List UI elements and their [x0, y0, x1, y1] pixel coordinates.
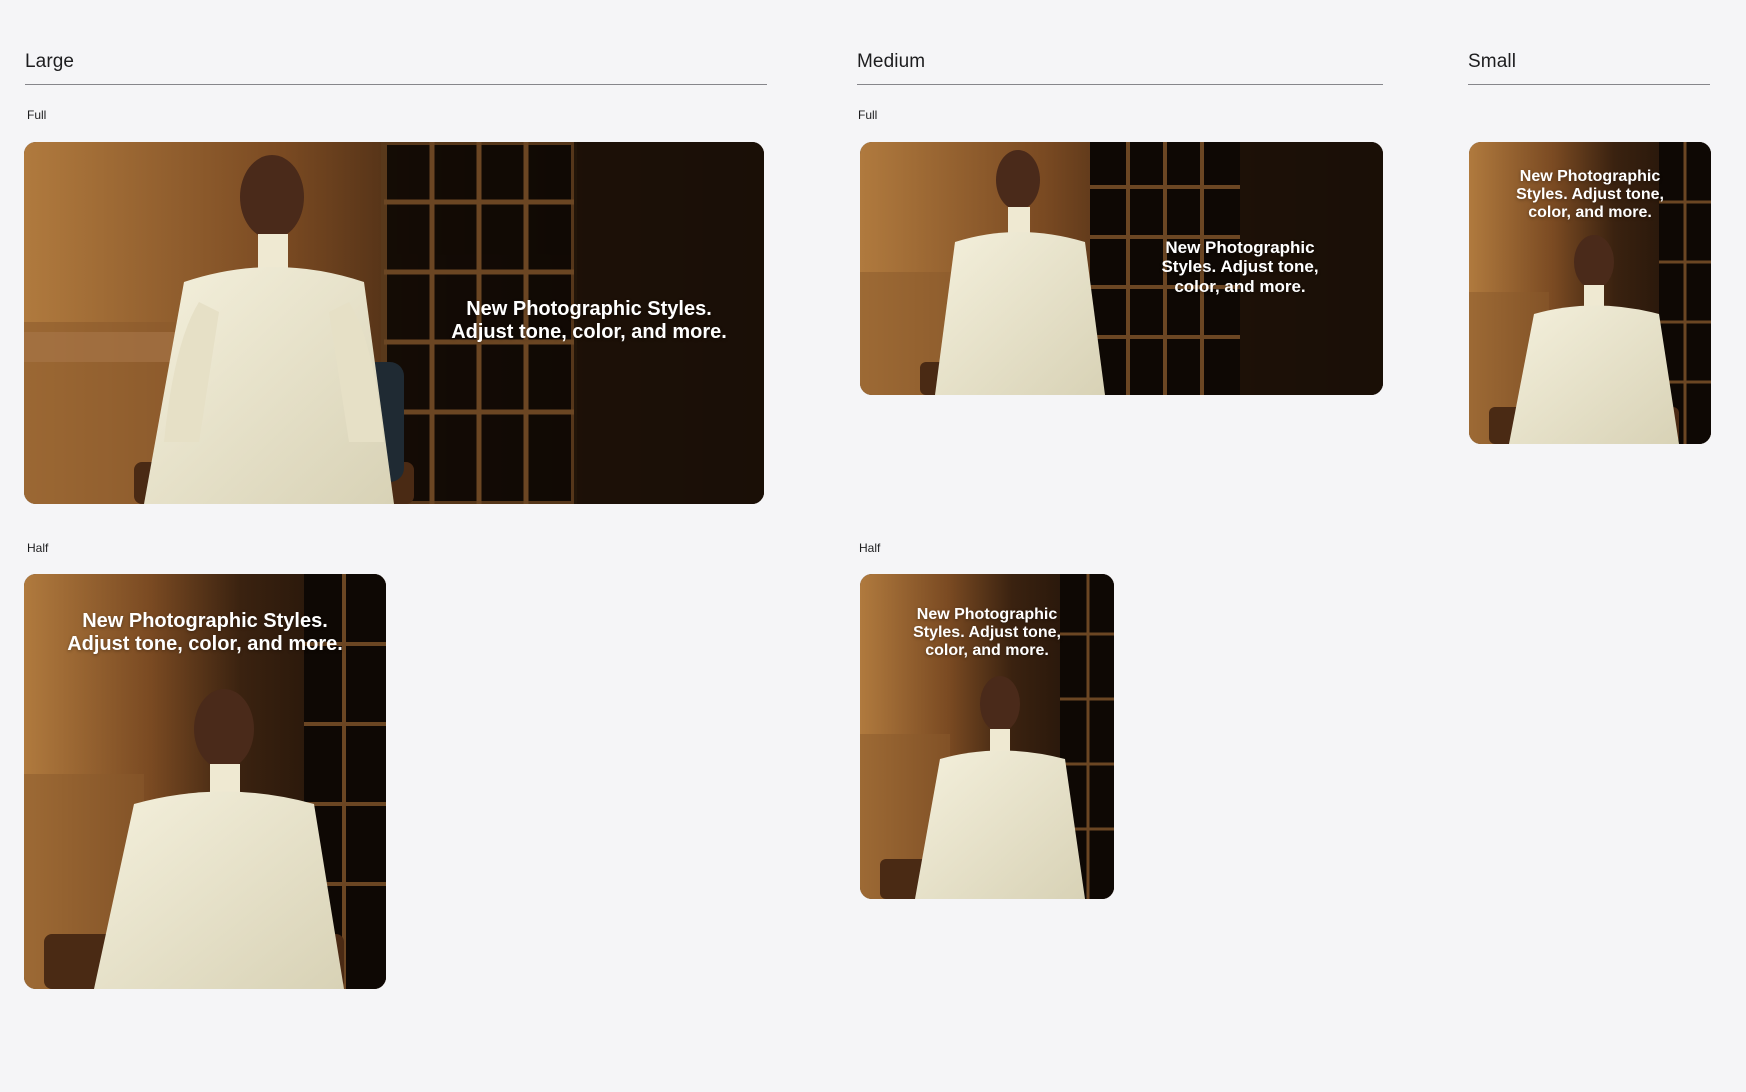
variant-label-large-half: Half [27, 541, 49, 555]
card-headline: New Photographic Styles. Adjust tone, co… [451, 298, 727, 343]
card-headline: New Photographic Styles. Adjust tone, co… [1161, 238, 1319, 296]
section-divider-small [1468, 84, 1710, 85]
card-medium-full[interactable]: New Photographic Styles. Adjust tone, co… [860, 142, 1383, 395]
section-divider-large [25, 84, 767, 85]
section-title-large: Large [25, 51, 75, 72]
card-large-full[interactable]: New Photographic Styles. Adjust tone, co… [24, 142, 764, 504]
card-small-full[interactable]: New Photographic Styles. Adjust tone, co… [1469, 142, 1711, 444]
page: Large Full New Photographic Styles. Adju… [0, 0, 1746, 1092]
card-medium-half[interactable]: New Photographic Styles. Adjust tone, co… [860, 574, 1114, 899]
variant-label-medium-half: Half [859, 541, 881, 555]
section-divider-medium [857, 84, 1383, 85]
variant-label-large-full: Full [27, 108, 47, 122]
card-large-half[interactable]: New Photographic Styles. Adjust tone, co… [24, 574, 386, 989]
section-title-small: Small [1468, 51, 1517, 72]
card-headline: New Photographic Styles. Adjust tone, co… [913, 606, 1061, 660]
card-headline: New Photographic Styles. Adjust tone, co… [67, 610, 343, 655]
section-title-medium: Medium [857, 51, 926, 72]
variant-label-medium-full: Full [858, 108, 878, 122]
card-headline: New Photographic Styles. Adjust tone, co… [1516, 168, 1664, 222]
